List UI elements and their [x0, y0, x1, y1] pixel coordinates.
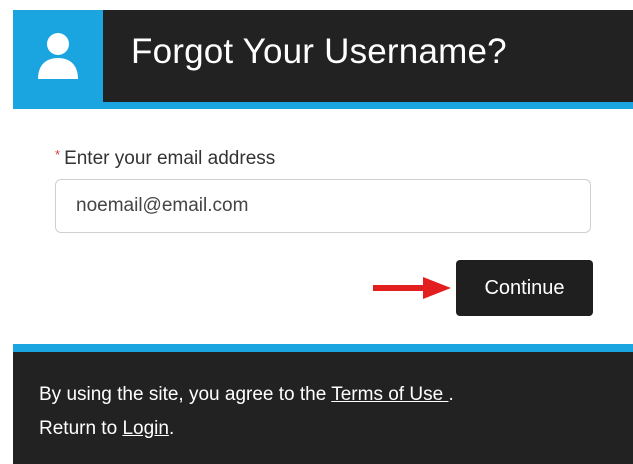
panel-header: Forgot Your Username?: [13, 10, 633, 102]
page-title: Forgot Your Username?: [131, 32, 507, 71]
email-label: Enter your email address: [64, 148, 276, 169]
footer-accent-bar: [13, 344, 633, 352]
form-body: *Enter your email address Continue: [13, 109, 633, 344]
user-icon: [38, 33, 78, 79]
terms-suffix: .: [448, 384, 454, 405]
red-arrow-icon: [373, 277, 451, 299]
return-prefix: Return to: [39, 418, 123, 439]
continue-button[interactable]: Continue: [456, 260, 593, 316]
required-marker: *: [55, 147, 61, 162]
terms-prefix: By using the site, you agree to the: [39, 384, 332, 405]
header-accent-bar: [13, 102, 633, 109]
screenshot-frame: Forgot Your Username? * Enter your email …: [0, 0, 633, 464]
terms-notice: By using the site, you agree to the Term…: [39, 384, 454, 406]
return-suffix: .: [168, 418, 175, 439]
email-label-row: * Enter your email address: [55, 147, 275, 170]
terms-of-use-link[interactable]: Terms of Use: [331, 384, 448, 405]
avatar-box: [13, 10, 103, 102]
forgot-username-panel: Forgot Your Username? * Enter your email …: [13, 10, 633, 464]
login-link[interactable]: Login: [122, 418, 169, 439]
return-notice: Return to Login.: [39, 418, 174, 440]
email-field[interactable]: [55, 179, 591, 233]
panel-footer: By using the site, you agree to the Term…: [13, 352, 633, 464]
